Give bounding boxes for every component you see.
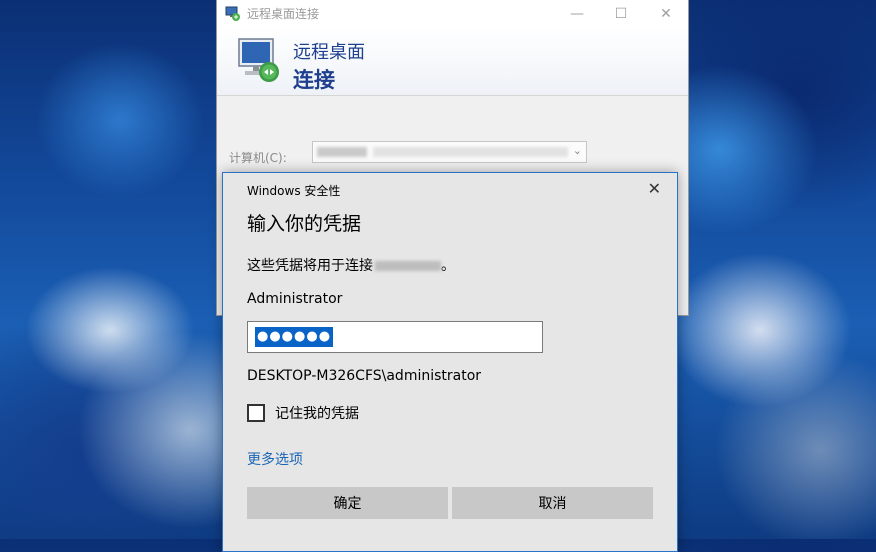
rdp-banner: 远程桌面 连接 [217,28,688,96]
maximize-icon[interactable]: ☐ [598,0,644,28]
banner-title-line2: 连接 [293,68,335,92]
checkbox-box[interactable] [247,404,265,422]
password-input[interactable]: ●●●●●● [247,321,543,353]
redacted-host [375,261,441,271]
description-suffix: 。 [441,258,455,274]
domain-user: DESKTOP-M326CFS\administrator [247,368,482,384]
description-text: 这些凭据将用于连接 [247,258,373,274]
close-icon[interactable]: ✕ [643,0,689,28]
redacted-placeholder [373,147,568,157]
dialog-header: Windows 安全性 [247,184,341,198]
credential-dialog: Windows 安全性 ✕ 输入你的凭据 这些凭据将用于连接 。 Administ… [222,172,678,552]
redacted-computer-name [317,147,367,157]
dialog-title: 输入你的凭据 [247,213,362,235]
rdp-window-title: 远程桌面连接 [247,7,320,21]
chevron-down-icon[interactable]: ⌄ [573,144,582,157]
remember-label: 记住我的凭据 [275,406,359,422]
cancel-button[interactable]: 取消 [452,487,653,519]
computer-combobox[interactable]: ⌄ [312,141,587,163]
ok-button[interactable]: 确定 [247,487,448,519]
more-options-link[interactable]: 更多选项 [247,449,303,469]
minimize-icon[interactable]: — [554,0,600,28]
dialog-description: 这些凭据将用于连接 。 [247,255,455,275]
rdp-titlebar[interactable]: 远程桌面连接 — ☐ ✕ [217,0,688,28]
close-icon[interactable]: ✕ [648,179,661,198]
computer-label: 计算机(C): [229,151,287,165]
password-value: ●●●●●● [255,327,334,347]
monitor-icon [233,35,285,91]
remember-credentials-checkbox[interactable]: 记住我的凭据 [247,403,359,423]
remote-desktop-icon [225,6,241,22]
banner-title-line1: 远程桌面 [293,42,365,63]
username-label: Administrator [247,291,343,307]
